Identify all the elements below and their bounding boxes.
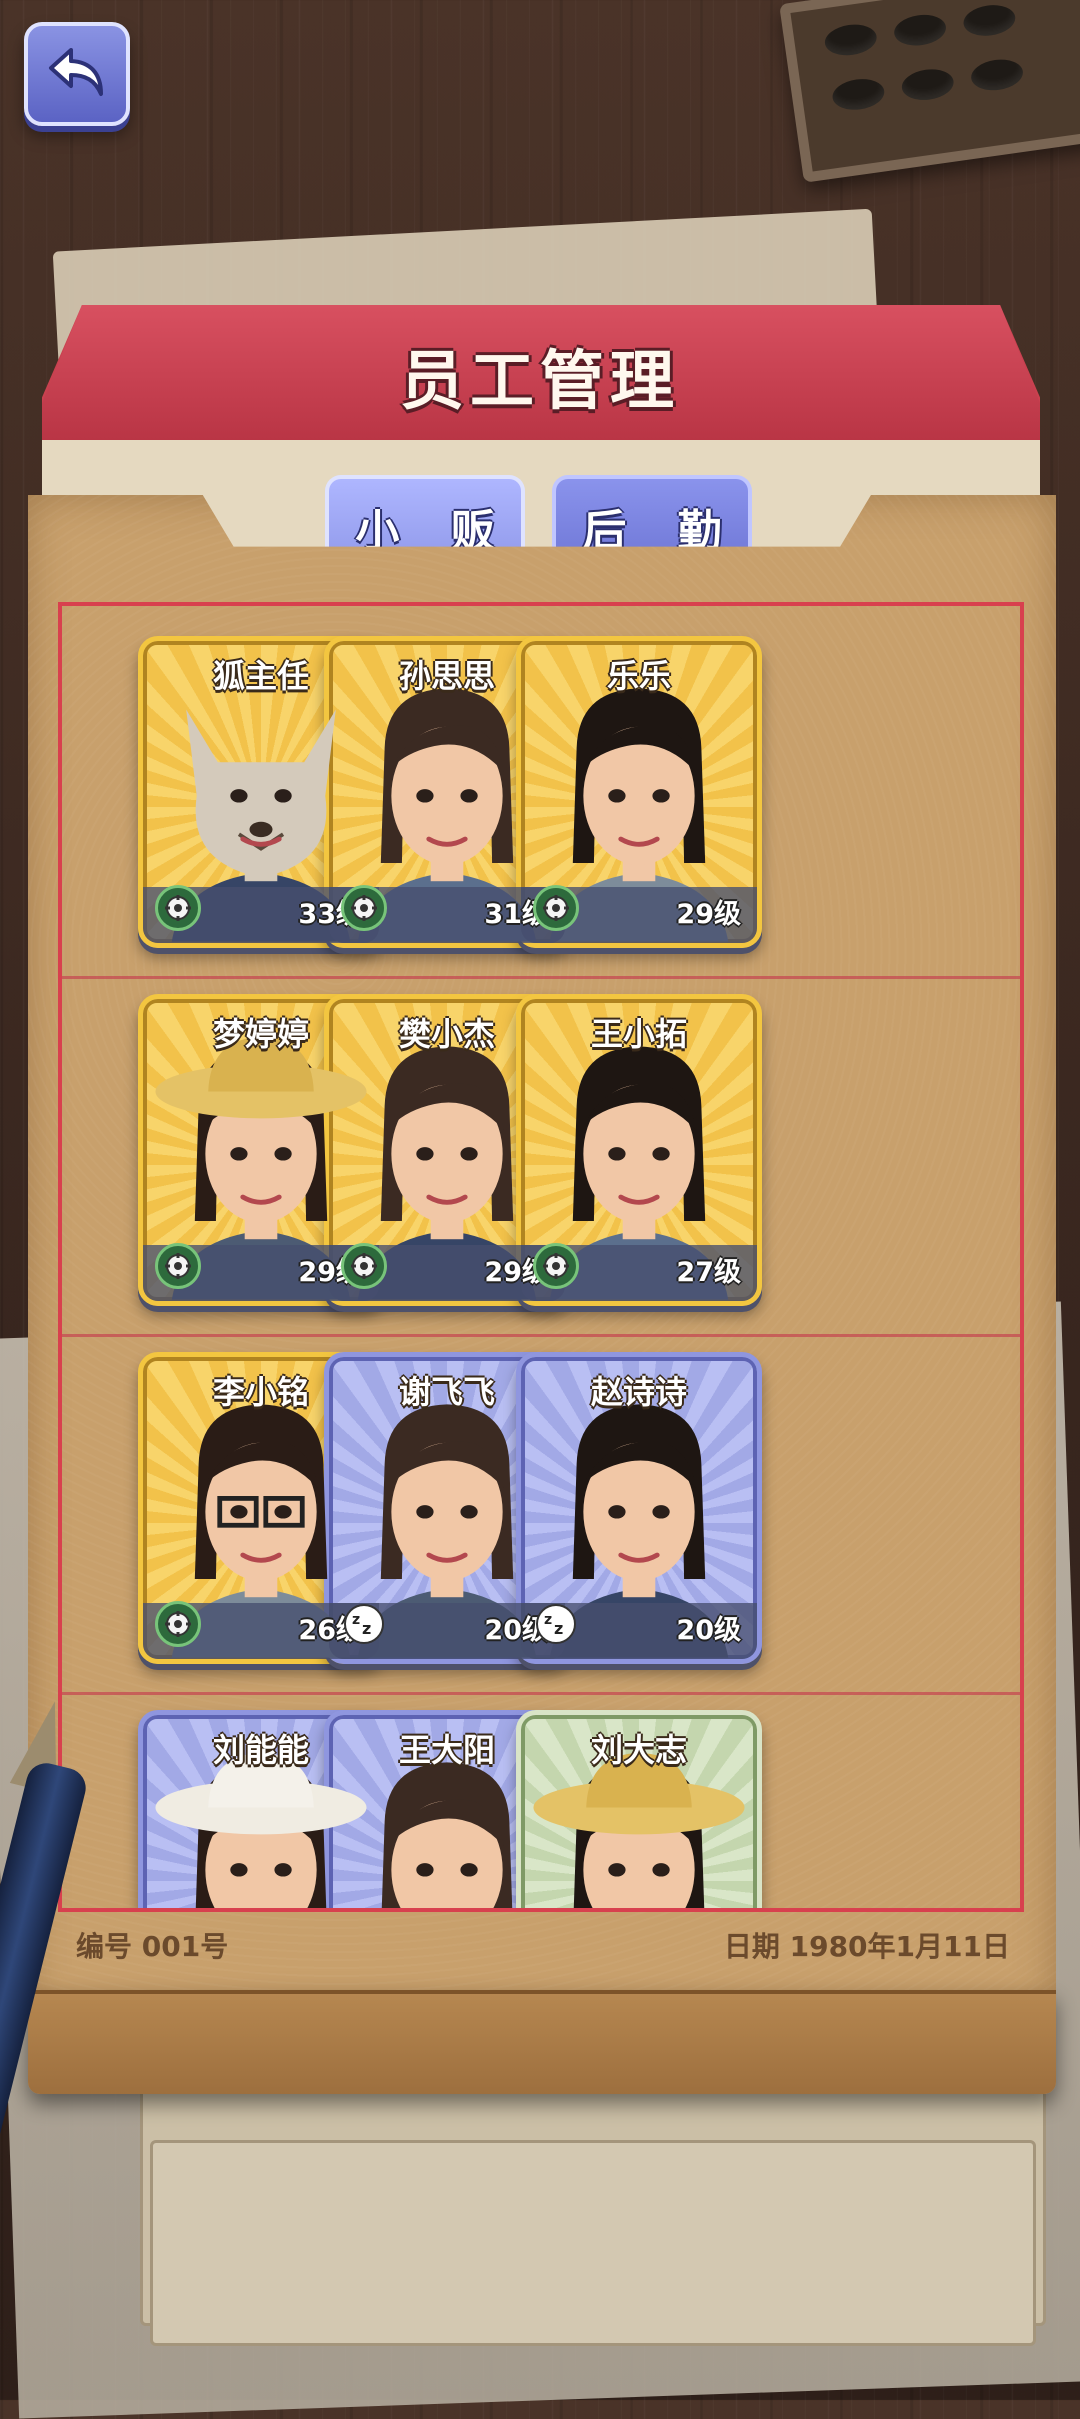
paper-stack-top [150,2140,1036,2346]
working-gear-icon [533,885,579,931]
working-gear-icon [155,885,201,931]
staff-name: 乐乐 [606,657,671,695]
folder-bottom-flap [28,1990,1056,2094]
staff-level: 29级 [676,899,741,930]
working-gear-icon [533,1243,579,1289]
resting-sleep-icon: zz [533,1601,579,1647]
svg-text:z: z [362,1619,371,1638]
date-label: 日期 1980年1月11日 [723,1930,1010,1963]
staff-card[interactable]: 赵诗诗 z z 20级 [516,1352,762,1664]
staff-card-list: 狐主任 33级 孙思思 31级 乐乐 29级 梦婷婷 29级 樊小杰 29级 王… [62,606,1020,1908]
back-button[interactable] [24,22,130,126]
page-title: 员工管理 [400,345,680,419]
staff-card[interactable]: 王小拓 27级 [516,994,762,1306]
working-gear-icon [155,1243,201,1289]
back-arrow-icon [49,48,103,96]
staff-name: 赵诗诗 [590,1373,687,1411]
svg-text:z: z [352,1612,360,1628]
svg-text:z: z [554,1619,563,1638]
serial-number: 编号 001号 [76,1930,229,1963]
staff-name: 王小拓 [590,1015,687,1053]
staff-name: 刘大志 [590,1731,687,1769]
staff-level: 20级 [676,1615,741,1646]
working-gear-icon [341,1243,387,1289]
staff-card[interactable]: 刘大志 [516,1710,762,1908]
staff-card[interactable]: 乐乐 29级 [516,636,762,948]
working-gear-icon [341,885,387,931]
svg-text:z: z [544,1612,552,1628]
abacus-decoration [779,0,1080,183]
staff-level: 27级 [676,1257,741,1288]
resting-sleep-icon: zz [341,1601,387,1647]
staff-grid[interactable]: 狐主任 33级 孙思思 31级 乐乐 29级 梦婷婷 29级 樊小杰 29级 王… [58,602,1024,1912]
working-gear-icon [155,1601,201,1647]
